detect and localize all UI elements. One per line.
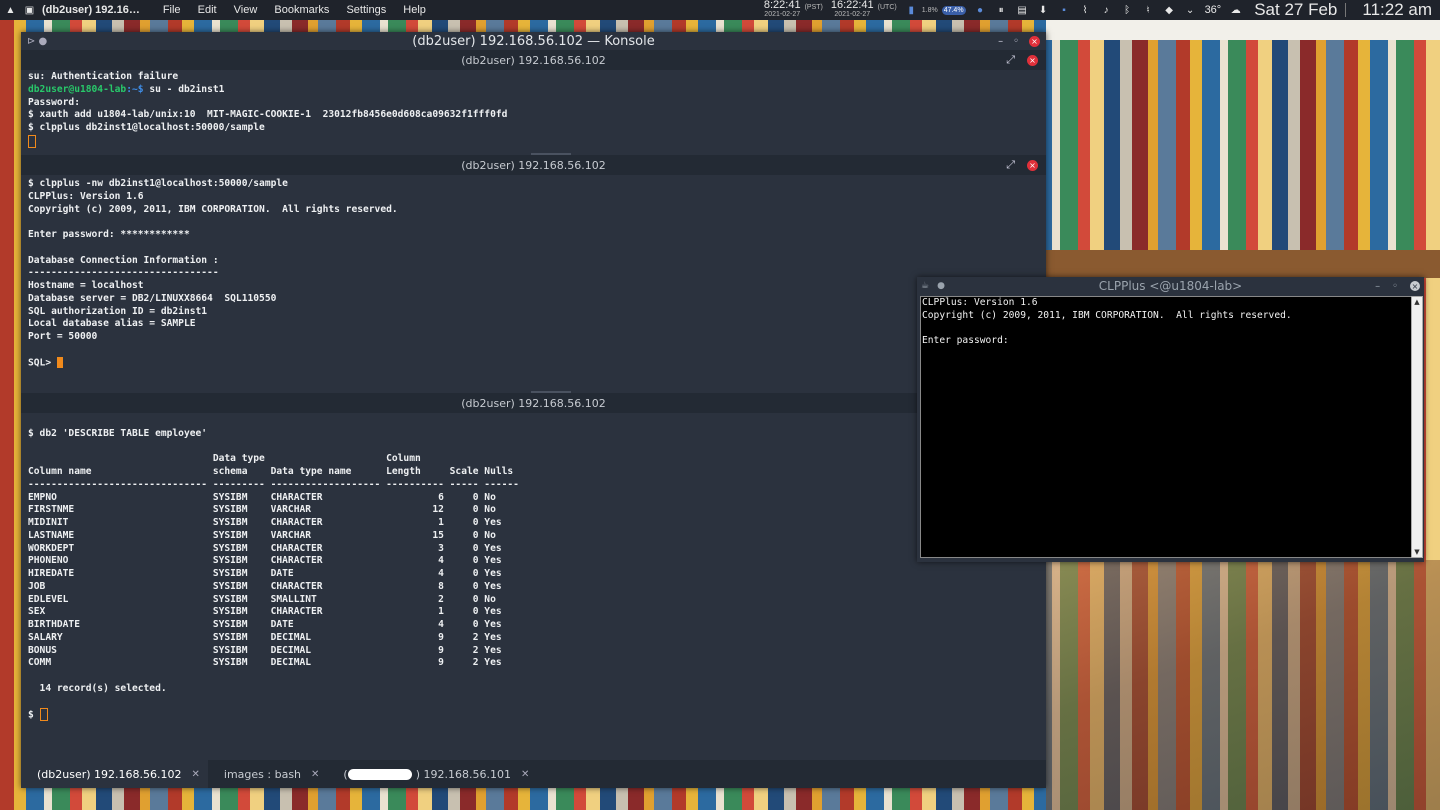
top-panel: ▲ ▣ (db2user) 192.16… File Edit View Boo… [0,0,1440,20]
wifi-icon[interactable]: ◆ [1163,4,1176,17]
cpu-graph-icon[interactable]: ▮ [905,4,918,17]
prompt-user: db2user@u1804-lab [28,83,127,95]
sql-prompt: SQL> [28,357,57,368]
notifications-icon[interactable]: ● [974,4,987,17]
pane-2-title: (db2user) 192.168.56.102 [461,158,606,172]
weather-temperature[interactable]: 36° [1205,4,1222,16]
pane-3-title: (db2user) 192.168.56.102 [461,396,606,410]
menu-view[interactable]: View [234,4,258,16]
terminal-pane-2[interactable]: (db2user) 192.168.56.102 ⤢ × $ clpplus -… [21,155,1046,391]
clpplus-window-title: CLPPlus <@u1804-lab> [1098,279,1243,293]
menu-edit[interactable]: Edit [198,4,217,16]
pane-2-output: $ clpplus -nw db2inst1@localhost:50000/s… [28,178,398,368]
global-menu: File Edit View Bookmarks Settings Help [156,4,433,16]
konsole-app-icon: ▣ [24,4,35,16]
menu-settings[interactable]: Settings [346,4,386,16]
scroll-down-icon[interactable]: ▼ [1412,547,1422,557]
tab-close-icon[interactable]: ✕ [521,769,529,780]
clpplus-output: CLPPlus: Version 1.6 Copyright (c) 2009,… [922,297,1292,347]
clock-local-zone: (PST) [804,3,823,11]
pane-1-title: (db2user) 192.168.56.102 [461,53,606,67]
window-menu-icon[interactable]: ⊳ ● [27,36,47,47]
clpplus-titlebar[interactable]: ☕ ● CLPPlus <@u1804-lab> – ◦ × [917,277,1424,295]
bluetooth-icon[interactable]: ᛒ [1121,4,1134,17]
panel-time[interactable]: 11:22 am [1362,0,1432,20]
pane-1-header: (db2user) 192.168.56.102 ⤢ × [21,50,1046,70]
clipboard-icon[interactable]: ⌇ [1079,4,1092,17]
pane-1-cursor [28,134,36,148]
menu-bookmarks[interactable]: Bookmarks [274,4,329,16]
volume-icon[interactable]: ♪ [1100,4,1113,17]
close-button[interactable]: × [1029,35,1040,47]
terminal-pane-3[interactable]: (db2user) 192.168.56.102 $ db2 'DESCRIBE… [21,393,1046,760]
pane-2-cursor [56,356,63,368]
cpu-usage: 1.8% [921,6,938,14]
pane-3-output: $ db2 'DESCRIBE TABLE employee' Data typ… [28,427,519,722]
wallpaper-shelf-lower [1046,560,1440,810]
prompt-path: :~$ [126,83,150,95]
clpplus-minimize-button[interactable]: – [1375,281,1380,292]
tab-db2user-102[interactable]: (db2user) 192.168.56.102 ✕ [21,760,208,788]
pane-1-close-button[interactable]: × [1027,54,1038,66]
tab-images-bash[interactable]: images : bash ✕ [208,760,328,788]
tray-expand-icon[interactable]: ⌄ [1184,4,1197,17]
menu-help[interactable]: Help [403,4,426,16]
pane-2-header: (db2user) 192.168.56.102 ⤢ × [21,155,1046,175]
konsole-window-title: (db2user) 192.168.56.102 — Konsole [412,33,655,49]
clpplus-scrollbar[interactable]: ▲ ▼ [1411,296,1423,558]
wallpaper-shelf [1046,250,1440,278]
pane-1-output: su: Authentication failure db2user@u1804… [21,70,1046,150]
maximize-button[interactable]: ◦ [1013,36,1019,47]
pane-2-close-button[interactable]: × [1027,159,1038,171]
menu-file[interactable]: File [163,4,181,16]
media-pause-icon[interactable]: ⏸ [995,4,1008,17]
konsole-window: ⊳ ● (db2user) 192.168.56.102 — Konsole –… [21,32,1046,788]
clock-utc[interactable]: 16:22:41 2021-02-27 [831,0,874,19]
memory-usage: 47.4% [941,5,966,15]
pane-2-maximize-icon[interactable]: ⤢ [1006,158,1015,172]
terminal-tray-icon[interactable]: ▪ [1058,4,1071,17]
pane-3-header: (db2user) 192.168.56.102 [21,393,1046,413]
redacted-username [347,769,412,780]
pane-3-cursor [39,708,48,722]
prompt-command: su - db2inst1 [149,83,225,95]
panel-separator [1345,3,1347,17]
terminal-pane-1[interactable]: (db2user) 192.168.56.102 ⤢ × su: Authent… [21,50,1046,153]
tab-redacted-101[interactable]: () 192.168.56.101 ✕ [327,760,537,788]
clpplus-maximize-button[interactable]: ◦ [1392,281,1398,292]
active-window-title: (db2user) 192.16… [42,4,140,16]
intel-icon[interactable]: ▤ [1016,4,1029,17]
minimize-button[interactable]: – [998,36,1003,47]
clpplus-window: ☕ ● CLPPlus <@u1804-lab> – ◦ × CLPPlus: V… [917,277,1424,562]
wallpaper-shelf-top [1046,20,1440,40]
shell-prompt: $ [28,709,40,721]
java-app-icon[interactable]: ☕ [921,281,929,291]
tab-close-icon[interactable]: ✕ [192,769,200,780]
clpplus-close-button[interactable]: × [1410,281,1420,291]
panel-date[interactable]: Sat 27 Feb [1254,0,1337,20]
konsole-titlebar[interactable]: ⊳ ● (db2user) 192.168.56.102 — Konsole –… [21,32,1046,50]
scroll-up-icon[interactable]: ▲ [1412,297,1422,307]
konsole-tab-bar: (db2user) 192.168.56.102 ✕ images : bash… [21,760,1046,788]
tab-close-icon[interactable]: ✕ [311,769,319,780]
pane-1-maximize-icon[interactable]: ⤢ [1006,53,1015,67]
clock-utc-zone: (UTC) [877,3,897,11]
clock-local[interactable]: 8:22:41 2021-02-27 [764,0,801,19]
microphone-icon[interactable]: ♮ [1142,4,1155,17]
download-icon[interactable]: ⬇ [1037,4,1050,17]
pin-icon[interactable]: ● [937,281,945,291]
app-launcher-icon[interactable]: ▲ [4,4,17,17]
cloud-icon: ☁ [1230,4,1241,16]
clpplus-console[interactable]: CLPPlus: Version 1.6 Copyright (c) 2009,… [920,296,1412,558]
